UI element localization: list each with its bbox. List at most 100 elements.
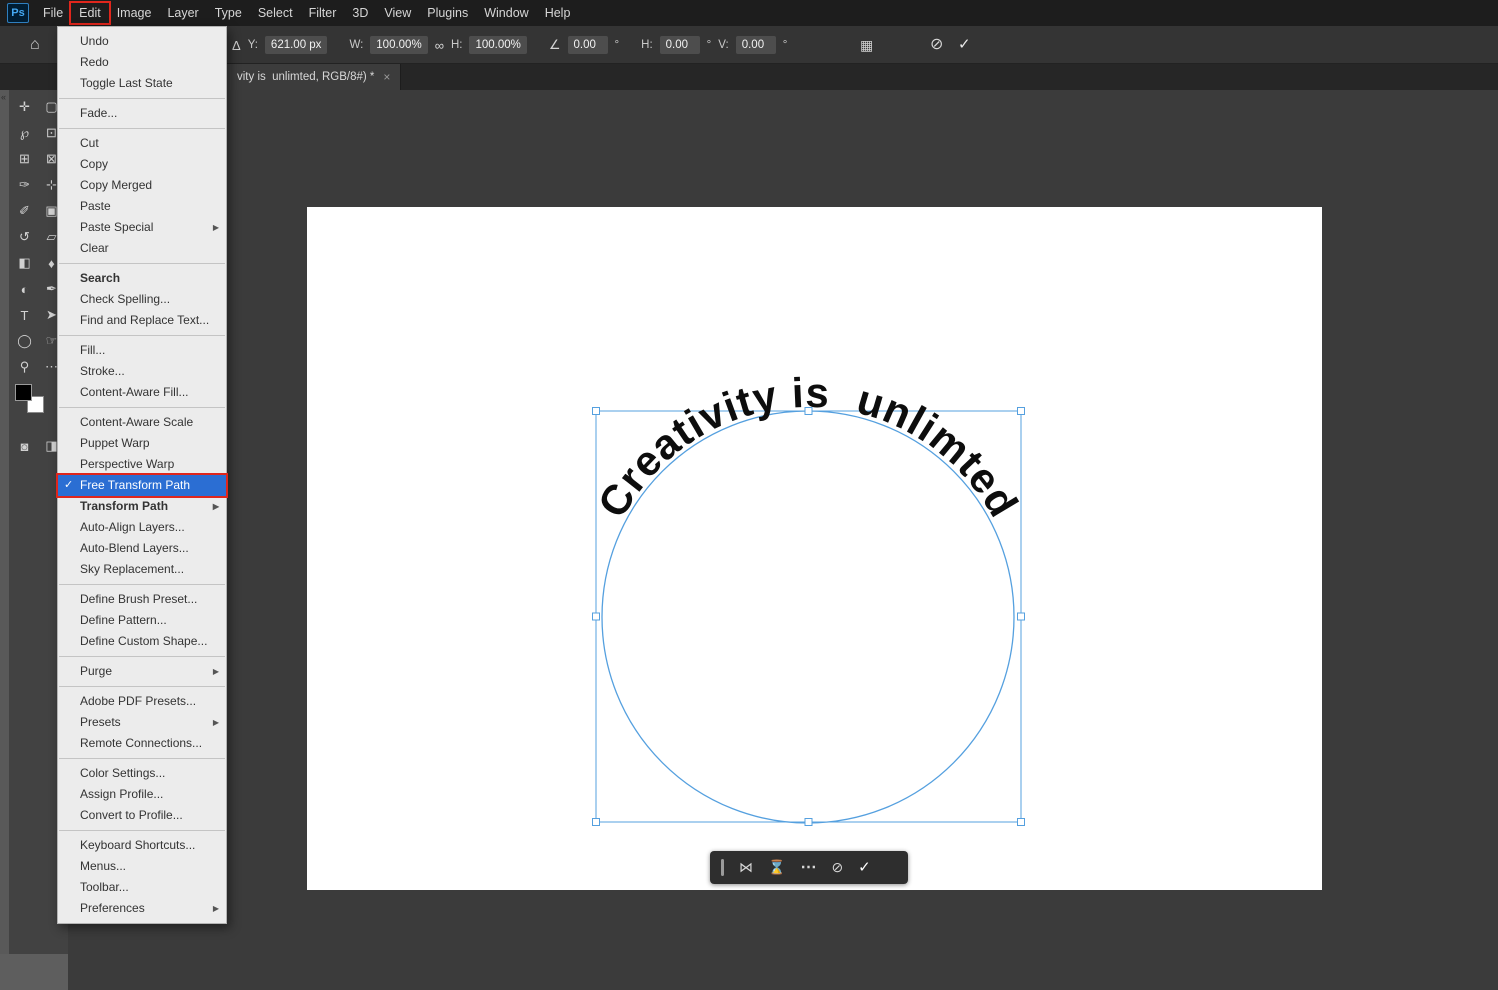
menu-item-paste-special[interactable]: Paste Special▶ bbox=[58, 217, 226, 238]
h-skew-field[interactable]: 0.00 bbox=[660, 36, 700, 54]
handle-bottom-center[interactable] bbox=[805, 819, 812, 826]
tab-close-icon[interactable]: × bbox=[383, 70, 390, 84]
collapse-panel-icon[interactable]: « bbox=[1, 92, 6, 102]
cancel-transform-icon[interactable]: ⊘ bbox=[930, 26, 943, 64]
menu-item-remote-connections[interactable]: Remote Connections... bbox=[58, 733, 226, 754]
menu-item-copy[interactable]: Copy bbox=[58, 154, 226, 175]
menu-item-auto-blend-layers[interactable]: Auto-Blend Layers... bbox=[58, 538, 226, 559]
menu-item-define-brush-preset[interactable]: Define Brush Preset... bbox=[58, 589, 226, 610]
menu-edit[interactable]: Edit bbox=[71, 3, 109, 23]
menu-item-transform-path[interactable]: Transform Path▶ bbox=[58, 496, 226, 517]
menu-separator bbox=[59, 830, 225, 831]
y-position-field[interactable]: 621.00 px bbox=[265, 36, 328, 54]
more-options-icon[interactable]: ⋯ bbox=[800, 851, 816, 884]
menu-separator bbox=[59, 686, 225, 687]
menu-file[interactable]: File bbox=[35, 3, 71, 23]
document-tab[interactable]: vity is unlimted, RGB/8#) * × bbox=[227, 64, 401, 90]
menu-window[interactable]: Window bbox=[476, 3, 536, 23]
menu-item-check-spelling[interactable]: Check Spelling... bbox=[58, 289, 226, 310]
shape-tool-icon[interactable]: ◯ bbox=[11, 329, 38, 353]
menu-item-cut[interactable]: Cut bbox=[58, 133, 226, 154]
menu-item-fade[interactable]: Fade... bbox=[58, 103, 226, 124]
menu-item-find-replace-text[interactable]: Find and Replace Text... bbox=[58, 310, 226, 331]
v-skew-field[interactable]: 0.00 bbox=[736, 36, 776, 54]
menu-item-adobe-pdf-presets[interactable]: Adobe PDF Presets... bbox=[58, 691, 226, 712]
menu-item-fill[interactable]: Fill... bbox=[58, 340, 226, 361]
menu-item-toolbar[interactable]: Toolbar... bbox=[58, 877, 226, 898]
menu-item-search[interactable]: Search bbox=[58, 268, 226, 289]
link-dimensions-icon[interactable]: ∞ bbox=[435, 38, 444, 53]
menu-item-content-aware-scale[interactable]: Content-Aware Scale bbox=[58, 412, 226, 433]
menu-item-puppet-warp[interactable]: Puppet Warp bbox=[58, 433, 226, 454]
menu-3d[interactable]: 3D bbox=[344, 3, 376, 23]
type-tool-icon[interactable]: T bbox=[11, 303, 38, 327]
width-field[interactable]: 100.00% bbox=[370, 36, 427, 54]
check-icon: ✓ bbox=[64, 475, 73, 496]
brush-tool-icon[interactable]: ✐ bbox=[11, 199, 38, 223]
handle-middle-left[interactable] bbox=[593, 613, 600, 620]
menu-item-free-transform-path[interactable]: ✓Free Transform Path bbox=[58, 475, 226, 496]
angle-field[interactable]: 0.00 bbox=[568, 36, 608, 54]
angle-degree-label: ° bbox=[615, 39, 620, 51]
curved-text-layer[interactable]: Creativity is unlimted bbox=[307, 207, 1107, 626]
commit-icon[interactable]: ✓ bbox=[858, 851, 871, 884]
menu-item-content-aware-fill[interactable]: Content-Aware Fill... bbox=[58, 382, 226, 403]
crop-tool-icon[interactable]: ⊞ bbox=[11, 147, 38, 171]
menu-layer[interactable]: Layer bbox=[159, 3, 206, 23]
menu-item-undo[interactable]: Undo bbox=[58, 31, 226, 52]
panel-corner-block bbox=[0, 954, 68, 990]
submenu-arrow-icon: ▶ bbox=[213, 217, 219, 238]
handle-top-left[interactable] bbox=[593, 408, 600, 415]
zoom-tool-icon[interactable]: ⚲ bbox=[11, 355, 38, 379]
v-skew-degree-label: ° bbox=[783, 39, 788, 51]
dodge-tool-icon[interactable]: ◐ bbox=[11, 277, 38, 301]
relative-position-icon[interactable]: Δ bbox=[232, 38, 241, 53]
menu-item-menus[interactable]: Menus... bbox=[58, 856, 226, 877]
menu-item-toggle-last-state[interactable]: Toggle Last State bbox=[58, 73, 226, 94]
height-field[interactable]: 100.00% bbox=[469, 36, 526, 54]
history-brush-tool-icon[interactable]: ↺ bbox=[11, 225, 38, 249]
menu-select[interactable]: Select bbox=[250, 3, 301, 23]
gradient-tool-icon[interactable]: ◧ bbox=[11, 251, 38, 275]
warp-mode-icon[interactable]: ▦ bbox=[860, 26, 873, 64]
cancel-icon[interactable]: ⊘ bbox=[831, 851, 843, 884]
menu-item-define-custom-shape[interactable]: Define Custom Shape... bbox=[58, 631, 226, 652]
quick-mask-icon[interactable]: ◙ bbox=[11, 434, 38, 458]
document-canvas[interactable]: Creativity is unlimted ⋈ ⌛ ⋯ ⊘ ✓ bbox=[307, 207, 1322, 890]
menu-item-paste[interactable]: Paste bbox=[58, 196, 226, 217]
menu-item-perspective-warp[interactable]: Perspective Warp bbox=[58, 454, 226, 475]
eyedropper-tool-icon[interactable]: ✑ bbox=[11, 173, 38, 197]
menu-item-redo[interactable]: Redo bbox=[58, 52, 226, 73]
menu-item-preferences[interactable]: Preferences▶ bbox=[58, 898, 226, 919]
flip-vertical-icon[interactable]: ⌛ bbox=[768, 851, 785, 884]
lasso-tool-icon[interactable]: ℘ bbox=[11, 121, 38, 145]
menu-item-assign-profile[interactable]: Assign Profile... bbox=[58, 784, 226, 805]
menu-item-copy-merged[interactable]: Copy Merged bbox=[58, 175, 226, 196]
menu-item-purge[interactable]: Purge▶ bbox=[58, 661, 226, 682]
home-icon[interactable]: ⌂ bbox=[30, 26, 40, 64]
menu-item-keyboard-shortcuts[interactable]: Keyboard Shortcuts... bbox=[58, 835, 226, 856]
menu-image[interactable]: Image bbox=[109, 3, 160, 23]
menu-view[interactable]: View bbox=[376, 3, 419, 23]
y-label: Y: bbox=[248, 39, 258, 51]
menu-filter[interactable]: Filter bbox=[301, 3, 345, 23]
menu-help[interactable]: Help bbox=[537, 3, 579, 23]
handle-bottom-left[interactable] bbox=[593, 819, 600, 826]
menu-item-presets[interactable]: Presets▶ bbox=[58, 712, 226, 733]
menu-type[interactable]: Type bbox=[207, 3, 250, 23]
menu-item-define-pattern[interactable]: Define Pattern... bbox=[58, 610, 226, 631]
menu-item-color-settings[interactable]: Color Settings... bbox=[58, 763, 226, 784]
menu-item-clear[interactable]: Clear bbox=[58, 238, 226, 259]
commit-transform-icon[interactable]: ✓ bbox=[958, 26, 971, 64]
move-tool-icon[interactable]: ✛ bbox=[11, 95, 38, 119]
handle-bottom-right[interactable] bbox=[1018, 819, 1025, 826]
drag-handle[interactable] bbox=[721, 859, 724, 876]
foreground-color-swatch[interactable] bbox=[15, 384, 32, 401]
menu-item-convert-to-profile[interactable]: Convert to Profile... bbox=[58, 805, 226, 826]
flip-horizontal-icon[interactable]: ⋈ bbox=[739, 851, 753, 884]
handle-top-right[interactable] bbox=[1018, 408, 1025, 415]
menu-plugins[interactable]: Plugins bbox=[419, 3, 476, 23]
menu-item-stroke[interactable]: Stroke... bbox=[58, 361, 226, 382]
menu-item-auto-align-layers[interactable]: Auto-Align Layers... bbox=[58, 517, 226, 538]
menu-item-sky-replacement[interactable]: Sky Replacement... bbox=[58, 559, 226, 580]
